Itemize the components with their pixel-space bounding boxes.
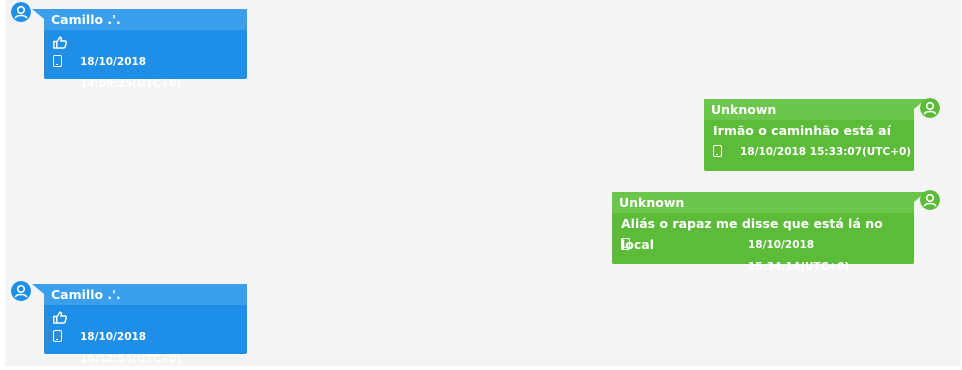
thumbs-up-icon[interactable] [53,305,247,326]
message-meta: 18/10/2018 14:09:25(UTC+0) [53,51,247,90]
phone-icon [713,145,722,157]
contact-avatar-icon [920,190,940,210]
chat-transcript: Camillo .'. 18/10/2018 14:09:25(UTC+0) U… [5,0,961,366]
message-bubble[interactable]: Camillo .'. 18/10/2018 16:12:54(UTC+0) [44,284,247,365]
message-timestamp: 18/10/2018 15:33:07(UTC+0) [740,146,912,158]
message-bubble[interactable]: Camillo .'. 18/10/2018 14:09:25(UTC+0) [44,9,247,90]
phone-icon [53,330,62,342]
message-text: Irmão o caminhão está aí [713,123,891,138]
contact-avatar-icon [11,2,31,22]
bubble-tail [32,9,44,19]
bubble-tail [32,284,44,294]
sender-name: Camillo .'. [44,284,247,305]
message-timestamp: 18/10/2018 14:09:25(UTC+0) [80,56,182,90]
contact-avatar-icon [11,281,31,301]
thumbs-up-icon[interactable] [53,30,247,51]
sender-name: Unknown [612,192,914,213]
message-text: Aliás o rapaz me disse que está lá no lo… [621,216,883,252]
contact-avatar-icon [920,98,940,118]
message-meta: 18/10/2018 15:33:07(UTC+0) [713,141,914,163]
message-meta: 18/10/2018 15:34:14(UTC+0) [621,234,914,273]
sender-name: Unknown [704,99,914,120]
message-meta: 18/10/2018 16:12:54(UTC+0) [53,326,247,365]
phone-icon [53,55,62,67]
message-bubble[interactable]: Unknown Aliás o rapaz me disse que está … [612,192,914,273]
sender-name: Camillo .'. [44,9,247,30]
message-bubble[interactable]: Unknown Irmão o caminhão está aí 18/10/2… [704,99,914,171]
message-timestamp: 18/10/2018 16:12:54(UTC+0) [80,331,182,365]
phone-icon [621,238,630,250]
message-timestamp: 18/10/2018 15:34:14(UTC+0) [748,239,850,273]
